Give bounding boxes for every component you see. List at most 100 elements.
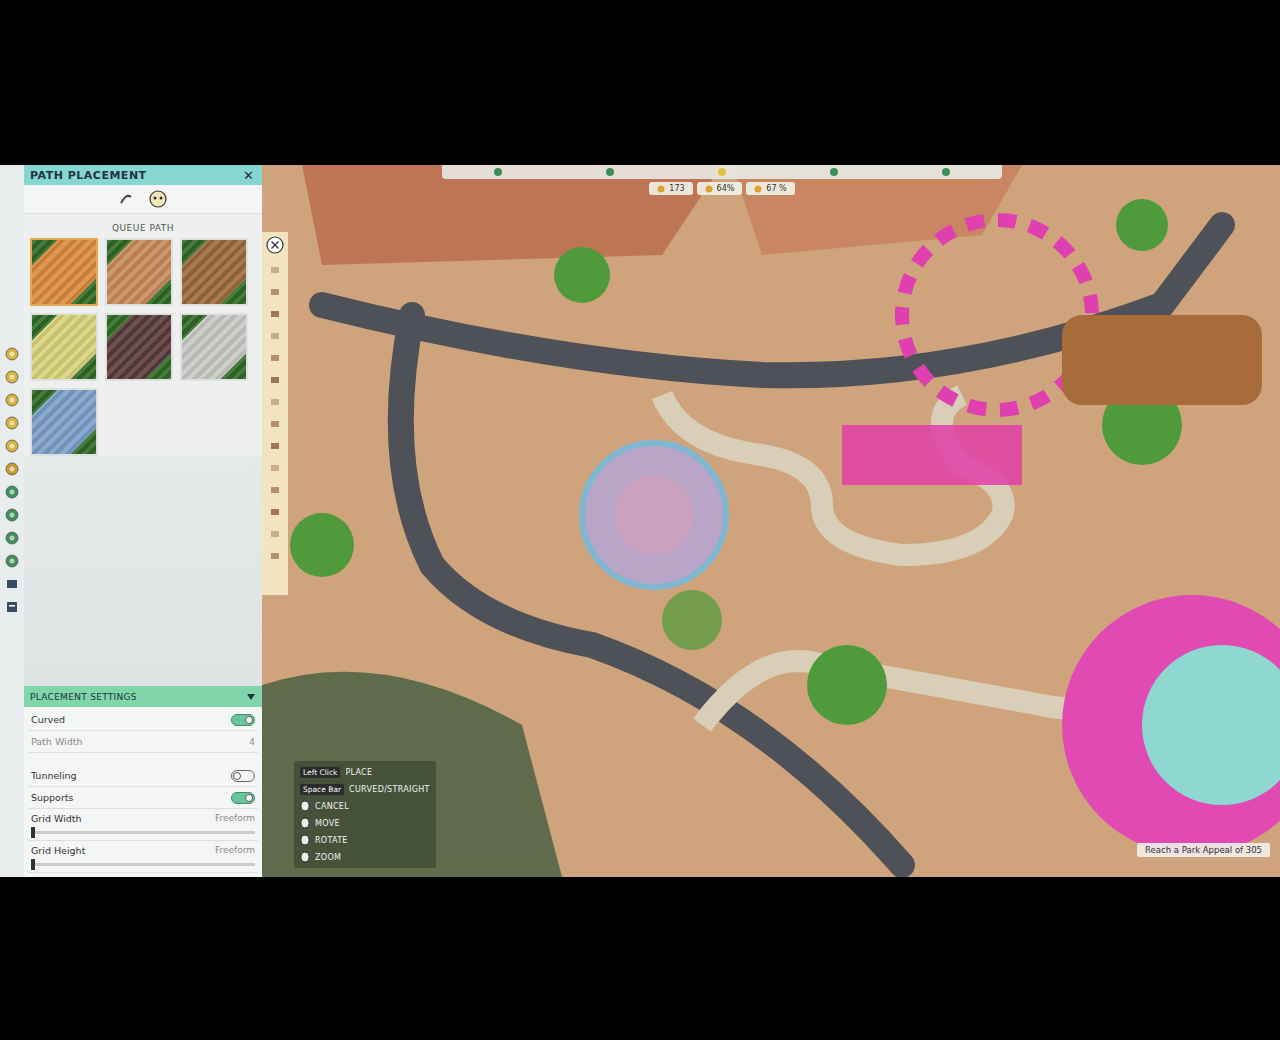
hud-stat: 67 % — [746, 182, 794, 195]
mouse-icon — [300, 817, 310, 829]
path-style-tile[interactable] — [30, 313, 98, 381]
tool-icon[interactable] — [269, 462, 281, 474]
control-hints: Left Click PLACE Space BarCURVED/STRAIGHT C… — [294, 761, 436, 868]
stat-value: 67 % — [766, 184, 786, 193]
category-icon[interactable] — [5, 416, 19, 430]
category-icon[interactable] — [5, 370, 19, 384]
setting-label: Supports — [31, 792, 74, 803]
path-style-tile[interactable] — [180, 238, 248, 306]
hud-icon[interactable] — [829, 167, 839, 177]
setting-slider-row: Grid WidthFreeform — [28, 809, 258, 841]
collapse-icon[interactable] — [246, 693, 256, 701]
path-style-tile[interactable] — [105, 313, 173, 381]
tool-icon[interactable] — [269, 528, 281, 540]
slider-track[interactable] — [31, 831, 255, 834]
finance-icon[interactable] — [5, 577, 19, 591]
queue-icon[interactable] — [148, 189, 168, 209]
tool-strip — [262, 232, 288, 595]
tool-icon[interactable] — [269, 440, 281, 452]
tile-swatch — [182, 315, 246, 379]
path-icon[interactable] — [118, 191, 134, 207]
control-hint: Left Click PLACE — [300, 765, 430, 779]
stat-icon — [657, 185, 665, 193]
slider-track[interactable] — [31, 863, 255, 866]
setting-row: Supports — [28, 787, 258, 809]
hud-stat: 173 — [649, 182, 692, 195]
tool-icon[interactable] — [269, 506, 281, 518]
top-hud: 173 64% 67 % — [442, 165, 1002, 195]
setting-label: Curved — [31, 714, 65, 725]
path-style-tile[interactable] — [30, 238, 98, 306]
hud-icon[interactable] — [717, 167, 727, 177]
tool-icon[interactable] — [269, 286, 281, 298]
tool-icon[interactable] — [269, 264, 281, 276]
category-icon[interactable] — [5, 554, 19, 568]
path-style-tile[interactable] — [180, 313, 248, 381]
tool-icon[interactable] — [269, 418, 281, 430]
panel-title: PATH PLACEMENT — [30, 169, 147, 182]
tile-swatch — [107, 240, 171, 304]
panel-header: PATH PLACEMENT ✕ — [24, 165, 262, 185]
tool-icon[interactable] — [269, 308, 281, 320]
tool-icon[interactable] — [269, 484, 281, 496]
settings-header: PLACEMENT SETTINGS — [24, 686, 262, 707]
category-strip — [0, 165, 24, 877]
path-style-grid — [24, 238, 262, 456]
category-icon[interactable] — [5, 485, 19, 499]
setting-value: Freeform — [215, 845, 255, 855]
path-style-tile[interactable] — [30, 388, 98, 456]
hud-icon[interactable] — [941, 167, 951, 177]
path-style-tile[interactable] — [105, 238, 173, 306]
category-icon[interactable] — [5, 393, 19, 407]
tile-swatch — [32, 240, 96, 304]
toggle[interactable] — [231, 714, 255, 726]
list-icon[interactable] — [5, 600, 19, 614]
setting-label: Grid Height — [31, 845, 85, 856]
hud-bar — [442, 165, 1002, 179]
letterbox-bottom — [0, 877, 1280, 1040]
control-hint: ROTATE — [300, 833, 430, 847]
hud-stats: 173 64% 67 % — [649, 182, 794, 195]
tool-icon[interactable] — [269, 352, 281, 364]
tool-icon[interactable] — [269, 374, 281, 386]
mouse-icon — [300, 851, 310, 863]
toggle-knob — [245, 716, 253, 724]
tool-icon[interactable] — [269, 330, 281, 342]
setting-value: 4 — [249, 737, 255, 747]
slider-thumb[interactable] — [31, 827, 35, 838]
toggle-knob — [245, 794, 253, 802]
setting-label: Tunneling — [31, 770, 77, 781]
hud-icon[interactable] — [493, 167, 503, 177]
mouse-icon — [300, 800, 310, 812]
action-label: MOVE — [315, 819, 340, 828]
category-icon[interactable] — [5, 347, 19, 361]
tool-icon[interactable] — [269, 396, 281, 408]
tile-swatch — [32, 315, 96, 379]
toggle[interactable] — [231, 792, 255, 804]
control-hint: ZOOM — [300, 850, 430, 864]
setting-slider-row: Grid Height Freeform — [28, 841, 258, 873]
slider-thumb[interactable] — [31, 859, 35, 870]
action-label: CANCEL — [315, 802, 349, 811]
toggle[interactable] — [231, 770, 255, 782]
hud-icon[interactable] — [605, 167, 615, 177]
close-button[interactable]: ✕ — [243, 168, 254, 183]
game-screen: PATH PLACEMENT✕QUEUE PATHPLACEMENT SETTI… — [0, 165, 1280, 877]
tile-swatch — [32, 390, 96, 454]
park-view[interactable]: 173 64% 67 % Left Click PLACE Space BarCURVED… — [262, 165, 1280, 877]
tool-icon[interactable] — [269, 550, 281, 562]
control-hint: Space BarCURVED/STRAIGHT — [300, 782, 430, 796]
action-label: PLACE — [345, 768, 372, 777]
category-icon[interactable] — [5, 531, 19, 545]
objective-banner: Reach a Park Appeal of 305 — [1137, 843, 1270, 857]
close-icon[interactable] — [266, 236, 284, 254]
stat-value: 64% — [717, 184, 735, 193]
settings-title: PLACEMENT SETTINGS — [30, 692, 137, 702]
control-hint: CANCEL — [300, 799, 430, 813]
key-label: Left Click — [300, 767, 340, 778]
category-icon[interactable] — [5, 462, 19, 476]
category-icon[interactable] — [5, 439, 19, 453]
stat-icon — [705, 185, 713, 193]
category-icon[interactable] — [5, 508, 19, 522]
setting-label: Grid Width — [31, 813, 82, 824]
